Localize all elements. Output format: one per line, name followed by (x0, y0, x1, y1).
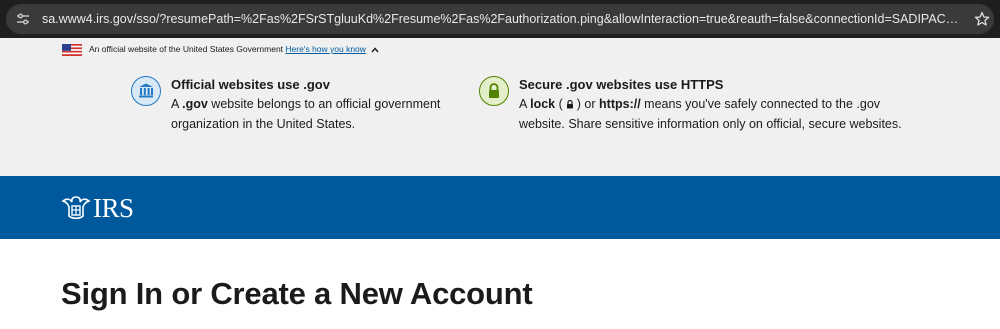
page-title: Sign In or Create a New Account (61, 276, 533, 311)
tune-icon[interactable] (16, 12, 30, 26)
gov-banner: An official website of the United States… (0, 38, 1000, 176)
bank-icon (131, 76, 161, 106)
heres-how-you-know-link[interactable]: Here's how you know (285, 44, 366, 54)
official-site-text: An official website of the United States… (89, 44, 284, 54)
lock-icon (479, 76, 509, 106)
https-body: A lock () or https:// means you've safel… (519, 97, 902, 131)
url-text[interactable]: sa.www4.irs.gov/sso/?resumePath=%2Fas%2F… (42, 12, 962, 28)
irs-header: IRS (0, 176, 1000, 239)
irs-logo[interactable]: IRS (61, 192, 134, 223)
dot-gov-body: A .gov website belongs to an official go… (171, 97, 441, 131)
https-title: Secure .gov websites use HTTPS (519, 77, 724, 92)
url-field[interactable]: sa.www4.irs.gov/sso/?resumePath=%2Fas%2F… (6, 4, 994, 34)
dot-gov-title: Official websites use .gov (171, 77, 330, 92)
chevron-up-icon[interactable] (371, 47, 379, 53)
irs-logo-text: IRS (93, 192, 134, 223)
https-guidance: Secure .gov websites use HTTPS A lock ()… (479, 76, 909, 156)
dot-gov-guidance: Official websites use .gov A .gov websit… (131, 76, 471, 136)
small-lock-icon (566, 99, 573, 109)
us-flag-icon (62, 44, 82, 56)
irs-eagle-icon (61, 196, 91, 220)
official-site-notice: An official website of the United States… (89, 44, 379, 54)
browser-address-bar: sa.www4.irs.gov/sso/?resumePath=%2Fas%2F… (0, 0, 1000, 38)
star-icon[interactable] (974, 11, 990, 27)
